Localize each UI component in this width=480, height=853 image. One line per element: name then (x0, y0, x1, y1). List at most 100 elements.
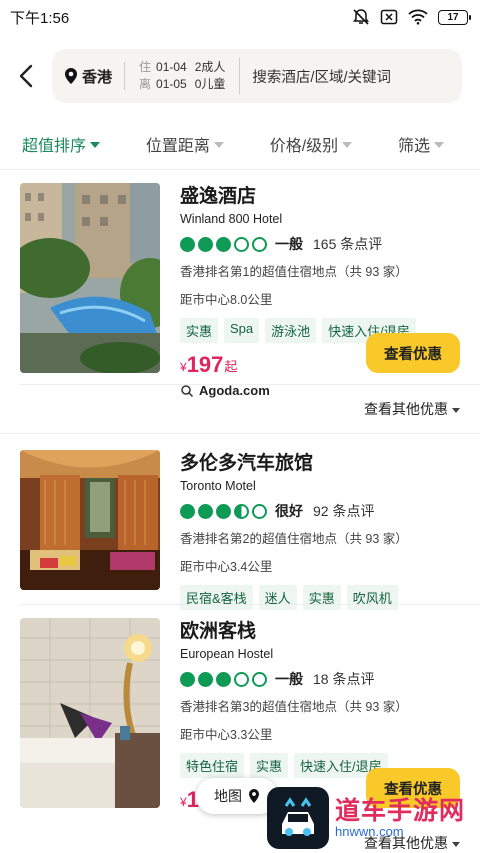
tag: 实惠 (250, 753, 289, 778)
car-icon (282, 797, 314, 836)
bubble-empty-icon (234, 671, 249, 687)
filter-bar: 超值排序 位置距离 价格/级别 筛选 (0, 118, 480, 170)
tag: 迷人 (258, 585, 297, 610)
rating-word: 一般 (275, 671, 303, 687)
hotel-info: 多伦多汽车旅馆 Toronto Motel 很好 92 条点评 香港排名第2的超… (180, 452, 460, 610)
checkin-row: 住 01-04 2成人 (139, 60, 226, 74)
sim-off-icon (380, 9, 398, 25)
bubble-full-icon (198, 236, 213, 252)
hotel-photo[interactable] (20, 618, 160, 808)
rating-bubbles (180, 236, 267, 252)
checkout-row: 离 01-05 0儿童 (139, 77, 226, 91)
hotel-name[interactable]: 多伦多汽车旅馆 (180, 452, 460, 476)
bubble-empty-icon (252, 503, 267, 519)
review-count[interactable]: 18 条点评 (313, 669, 374, 689)
hotel-photo[interactable] (20, 183, 160, 373)
rating-word: 一般 (275, 236, 303, 252)
bubble-full-icon (180, 236, 195, 252)
hotel-rank: 香港排名第3的超值住宿地点（共 93 家） (180, 700, 408, 714)
bubble-full-icon (216, 236, 231, 252)
bubble-full-icon (180, 671, 195, 687)
hotel-rating: 一般 165 条点评 (180, 234, 460, 254)
status-bar: 下午1:56 17 (0, 0, 480, 34)
caret-down-icon (90, 141, 101, 148)
status-icons: 17 (352, 8, 471, 26)
date-guest-selector[interactable]: 住 01-04 2成人 离 01-05 0儿童 (125, 58, 241, 94)
caret-down-icon (342, 141, 353, 148)
filter-price-class[interactable]: 价格/级别 (270, 132, 353, 156)
chevron-left-icon (19, 64, 33, 88)
card-divider (0, 433, 480, 434)
tag: 民宿&客栈 (180, 585, 253, 610)
search-header: 香港 住 01-04 2成人 离 01-05 0儿童 搜索酒店/区域/关键词 (0, 34, 480, 118)
watermark-logo (267, 787, 329, 849)
caret-down-icon (213, 141, 224, 148)
tag: 特色住宿 (180, 753, 245, 778)
hotel-name[interactable]: 盛逸酒店 (180, 185, 460, 209)
watermark-title: 道车手游网 (335, 797, 466, 825)
map-pin-icon (249, 789, 259, 803)
location-label: 香港 (82, 68, 113, 86)
filter-value-sort[interactable]: 超值排序 (22, 132, 101, 156)
tag: 实惠 (302, 585, 341, 610)
map-button[interactable]: 地图 (196, 778, 278, 814)
caret-down-icon (452, 407, 460, 413)
bubble-full-icon (198, 671, 213, 687)
rating-bubbles (180, 503, 267, 519)
vendor-name: Agoda.com (199, 383, 270, 398)
wifi-icon (408, 9, 428, 25)
caret-down-icon (433, 141, 444, 148)
hotel-name-en: Winland 800 Hotel (180, 212, 283, 226)
hotel-photo[interactable] (20, 450, 160, 590)
bubble-empty-icon (252, 236, 267, 252)
hotel-name[interactable]: 欧洲客栈 (180, 620, 460, 644)
price-value: 197 (186, 352, 224, 377)
battery-icon: 17 (438, 9, 471, 25)
bubble-empty-icon (252, 671, 267, 687)
hotel-rank: 香港排名第1的超值住宿地点（共 93 家） (180, 265, 408, 279)
filter-more[interactable]: 筛选 (398, 132, 444, 156)
rating-bubbles (180, 671, 267, 687)
hotel-tags: 民宿&客栈 迷人 实惠 吹风机 (180, 585, 460, 610)
hotel-distance: 距市中心8.0公里 (180, 293, 273, 307)
hotel-rating: 很好 92 条点评 (180, 501, 460, 521)
vendor-search-icon (181, 384, 194, 397)
mute-bell-icon (353, 9, 369, 25)
adults-count: 2成人 (194, 60, 226, 74)
view-deal-button[interactable]: 查看优惠 (366, 333, 460, 373)
location-pin-icon (65, 68, 77, 84)
hotel-rating: 一般 18 条点评 (180, 669, 460, 689)
review-count[interactable]: 165 条点评 (313, 234, 382, 254)
more-deals-link[interactable]: 查看其他优惠 (364, 399, 460, 419)
card-divider (20, 604, 480, 605)
tag: Spa (224, 318, 260, 343)
watermark-url: hnwwn.com (335, 824, 404, 839)
children-count: 0儿童 (194, 77, 226, 91)
checkin-date: 01-04 (156, 60, 187, 74)
back-button[interactable] (14, 61, 38, 91)
filter-distance[interactable]: 位置距离 (146, 132, 224, 156)
hotel-name-en: Toronto Motel (180, 479, 256, 493)
bubble-full-icon (180, 503, 195, 519)
status-time: 下午1:56 (10, 9, 70, 27)
hotel-rank: 香港排名第2的超值住宿地点（共 93 家） (180, 532, 408, 546)
search-box[interactable]: 香港 住 01-04 2成人 离 01-05 0儿童 搜索酒店/区域/关键词 (52, 49, 462, 103)
search-query[interactable]: 搜索酒店/区域/关键词 (240, 66, 391, 87)
vendor: Agoda.com (180, 383, 460, 398)
hotel-name-en: European Hostel (180, 647, 274, 661)
divider (20, 384, 480, 385)
checkout-date: 01-05 (156, 77, 187, 91)
bubble-full-icon (198, 503, 213, 519)
watermark: 道车手游网 hnwwn.com (267, 787, 465, 849)
tag: 实惠 (180, 318, 219, 343)
location-selector[interactable]: 香港 (64, 62, 126, 90)
review-count[interactable]: 92 条点评 (313, 501, 374, 521)
rating-word: 很好 (275, 503, 303, 519)
hotel-distance: 距市中心3.3公里 (180, 728, 273, 742)
hotel-distance: 距市中心3.4公里 (180, 560, 273, 574)
bubble-empty-icon (234, 236, 249, 252)
bubble-half-icon (234, 503, 249, 519)
tag: 游泳池 (265, 318, 317, 343)
bubble-full-icon (216, 503, 231, 519)
tag: 吹风机 (346, 585, 398, 610)
